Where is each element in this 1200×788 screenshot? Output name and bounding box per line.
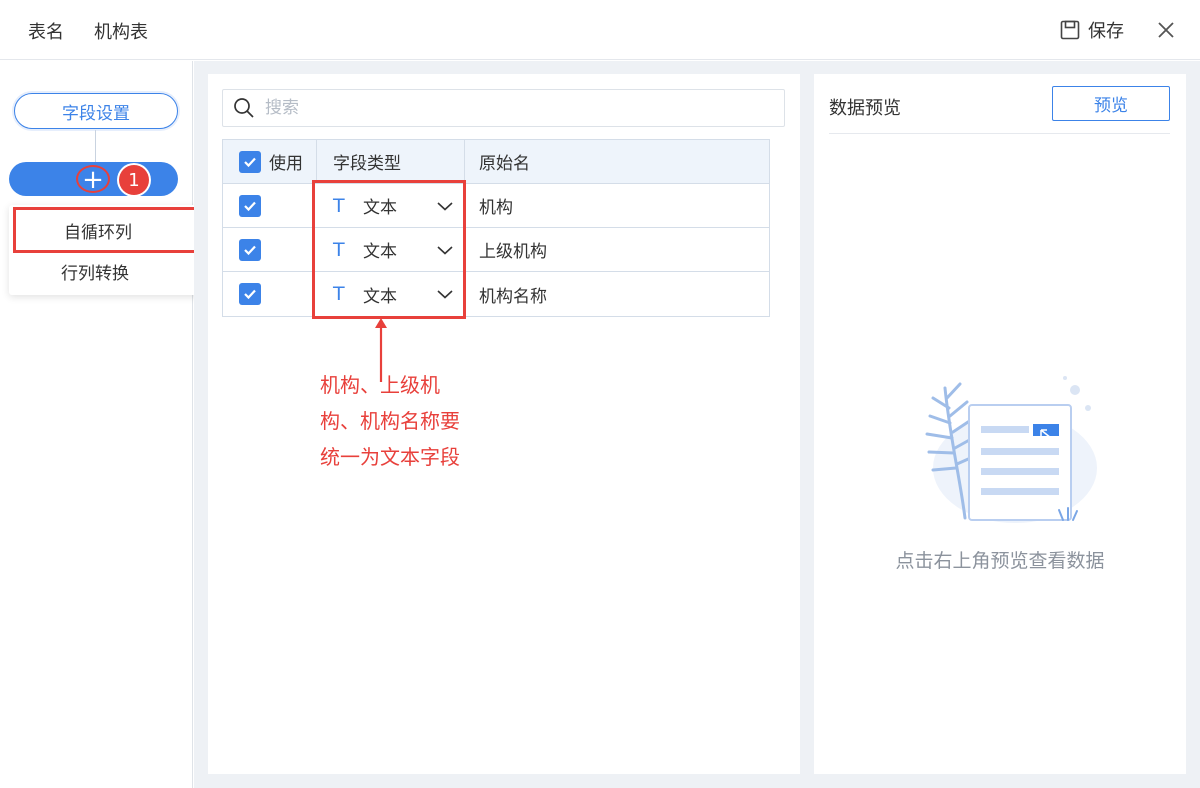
header-original-name: 原始名 (479, 154, 530, 174)
row-checkbox[interactable] (239, 283, 261, 305)
field-type-select[interactable]: T 文本 (333, 237, 465, 262)
chevron-down-icon[interactable] (433, 288, 457, 300)
add-step-button[interactable]: + (76, 165, 110, 193)
menu-item-row-column-convert[interactable]: 行列转换 (61, 259, 129, 284)
save-icon (1060, 20, 1080, 40)
row-use-cell (223, 228, 317, 271)
menu-item-label: 自循环列 (64, 222, 132, 243)
annotation-line: 机构、上级机 (320, 373, 440, 397)
preview-button[interactable]: 预览 (1052, 86, 1170, 121)
text-type-icon: T (333, 283, 345, 305)
row-use-cell (223, 184, 317, 227)
check-icon (244, 289, 256, 300)
header-field-type: 字段类型 (317, 140, 465, 183)
original-name: 机构 (479, 198, 513, 218)
field-table: 使用 字段类型 原始名 T 文本 机构 T 文本 上级机构 T 文本 机构名称 (222, 139, 770, 317)
table-row: T 文本 机构 (223, 184, 769, 228)
save-button[interactable]: 保存 (1060, 17, 1124, 43)
header-use-cell: 使用 (223, 140, 317, 183)
empty-data-illustration-icon (925, 376, 1097, 523)
close-icon (1158, 22, 1174, 38)
annotation-note: 机构、上级机 构、机构名称要 统一为文本字段 (320, 367, 490, 475)
field-type-value: 文本 (363, 242, 397, 262)
empty-preview-text: 点击右上角预览查看数据 (895, 550, 1105, 572)
field-type-select[interactable]: T 文本 (333, 282, 465, 307)
text-type-icon: T (333, 238, 345, 261)
original-name: 上级机构 (479, 242, 547, 262)
step-badge-1: 1 (119, 165, 149, 195)
chevron-down-icon[interactable] (433, 200, 457, 212)
search-box[interactable] (222, 89, 785, 127)
annotation-line: 构、机构名称要 (320, 409, 460, 433)
preview-title: 数据预览 (829, 98, 901, 119)
field-type-value: 文本 (363, 286, 397, 307)
row-type-cell: T 文本 (317, 272, 465, 316)
table-row: T 文本 上级机构 (223, 228, 769, 272)
close-button[interactable] (1154, 18, 1178, 42)
menu-item-self-loop-column[interactable]: 自循环列 (13, 207, 208, 253)
field-type-value: 文本 (363, 198, 397, 218)
preview-divider (829, 133, 1170, 134)
save-label: 保存 (1088, 21, 1124, 42)
field-setting-button[interactable]: 字段设置 (14, 93, 178, 129)
table-name-value[interactable]: 机构表 (94, 18, 148, 44)
search-icon (234, 98, 254, 118)
table-header-row: 使用 字段类型 原始名 (223, 140, 769, 184)
search-input[interactable] (265, 98, 745, 118)
row-checkbox[interactable] (239, 238, 261, 261)
select-all-checkbox[interactable] (239, 150, 261, 173)
annotation-line: 统一为文本字段 (320, 445, 460, 469)
original-name: 机构名称 (479, 286, 547, 307)
header-use: 使用 (269, 154, 303, 174)
chevron-down-icon[interactable] (433, 244, 457, 256)
row-checkbox[interactable] (239, 194, 261, 217)
row-type-cell: T 文本 (317, 228, 465, 271)
check-icon (244, 245, 256, 255)
row-use-cell (223, 272, 317, 316)
check-icon (244, 157, 256, 167)
top-header (0, 0, 1200, 60)
table-name-label: 表名 (28, 22, 64, 43)
field-type-select[interactable]: T 文本 (333, 193, 465, 218)
text-type-icon: T (333, 194, 345, 217)
check-icon (244, 201, 256, 211)
table-row: T 文本 机构名称 (223, 272, 769, 316)
flow-connector (95, 130, 96, 162)
row-type-cell: T 文本 (317, 184, 465, 227)
